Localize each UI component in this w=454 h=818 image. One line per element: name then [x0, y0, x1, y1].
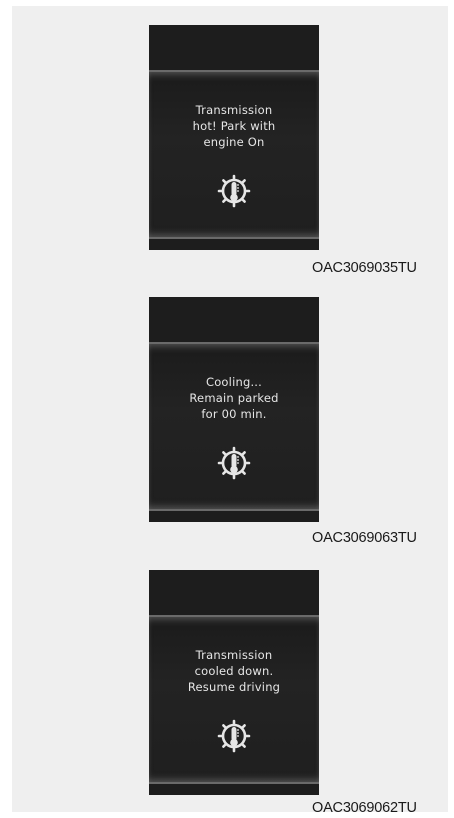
- message-band: Cooling... Remain parked for 00 min.: [149, 342, 319, 511]
- message-line: Transmission: [195, 103, 273, 117]
- figure-code: OAC3069035TU: [312, 260, 417, 276]
- message-line: Remain parked: [189, 391, 279, 405]
- warning-message: Transmission hot! Park with engine On: [149, 102, 319, 150]
- message-line: for 00 min.: [201, 407, 267, 421]
- message-line: Transmission: [195, 648, 273, 662]
- resume-message: Transmission cooled down. Resume driving: [149, 647, 319, 695]
- message-line: hot! Park with: [192, 119, 276, 133]
- cooling-message: Cooling... Remain parked for 00 min.: [149, 374, 319, 422]
- figure-code: OAC3069063TU: [312, 530, 417, 546]
- transmission-temperature-icon: [217, 719, 251, 753]
- message-line: Cooling...: [205, 375, 263, 389]
- figure-code: OAC3069062TU: [312, 800, 417, 816]
- message-line: engine On: [203, 135, 265, 149]
- message-line: Resume driving: [187, 680, 281, 694]
- transmission-temperature-icon: [217, 446, 251, 480]
- message-line: cooled down.: [194, 664, 274, 678]
- transmission-temperature-icon: [217, 174, 251, 208]
- message-band: Transmission hot! Park with engine On: [149, 70, 319, 239]
- cluster-display-resume: Transmission cooled down. Resume driving: [149, 570, 319, 795]
- cluster-display-warning: Transmission hot! Park with engine On: [149, 25, 319, 250]
- cluster-display-cooling: Cooling... Remain parked for 00 min.: [149, 297, 319, 522]
- message-band: Transmission cooled down. Resume driving: [149, 615, 319, 784]
